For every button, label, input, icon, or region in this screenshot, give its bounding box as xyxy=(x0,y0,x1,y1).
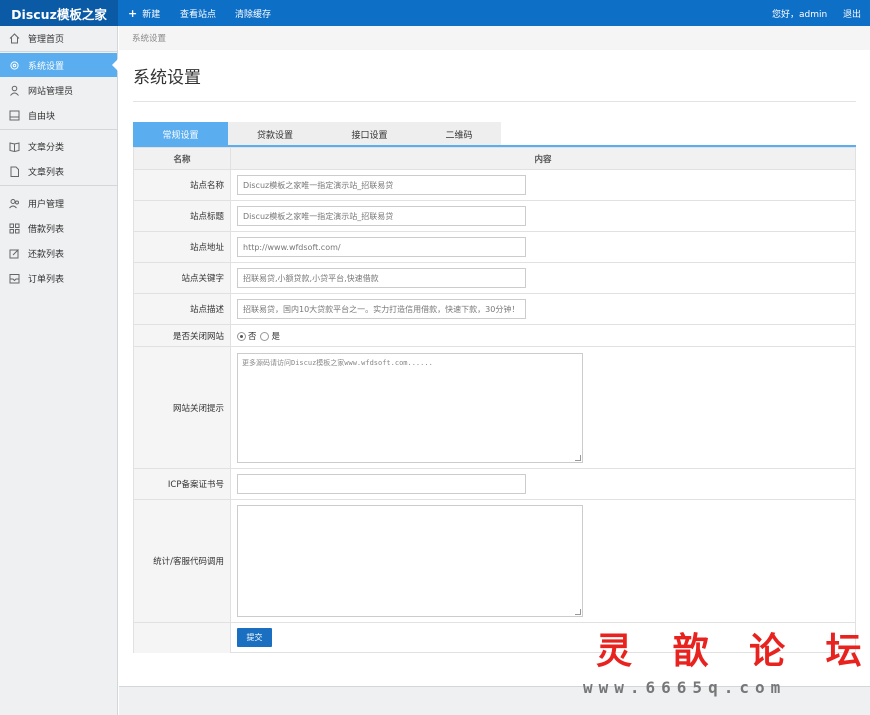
clear-cache-link[interactable]: 清除缓存 xyxy=(235,0,271,26)
sidebar-item-label: 还款列表 xyxy=(28,249,65,260)
sidebar-item-loan-list[interactable]: 借款列表 xyxy=(0,216,117,240)
top-navbar: Discuz模板之家 + 新建 查看站点 清除缓存 您好，admin 退出 xyxy=(0,0,870,26)
site-description-input[interactable]: 招联易贷，国内10大贷款平台之一。实力打造信用借款，快速下款，30分钟！ xyxy=(237,299,526,319)
logo[interactable]: Discuz模板之家 xyxy=(0,0,118,26)
close-site-no-label: 否 xyxy=(248,332,257,342)
table-row: 站点标题 Discuz模板之家唯一指定演示站_招联易贷 xyxy=(134,201,855,232)
icp-input[interactable] xyxy=(237,474,526,494)
resize-handle[interactable] xyxy=(575,609,581,615)
table-row: 网站关闭提示 更多源码请访问Discuz模板之家www.wfdsoft.com.… xyxy=(134,347,855,469)
block-icon xyxy=(8,109,20,121)
user-greeting[interactable]: 您好，admin xyxy=(772,0,827,26)
sidebar: 管理首页 系统设置 网站管理员 自由块 文章分类 文章列表 用户管理 借款列表 … xyxy=(0,26,118,715)
document-icon xyxy=(8,165,20,177)
sidebar-item-article-list[interactable]: 文章列表 xyxy=(0,159,117,183)
submit-button[interactable]: 提交 xyxy=(237,628,272,647)
watermark-url: www.6665q.com xyxy=(583,678,787,697)
sidebar-item-label: 管理首页 xyxy=(28,34,65,45)
table-row: ICP备案证书号 xyxy=(134,469,855,500)
tab-api-settings[interactable]: 接口设置 xyxy=(322,122,417,146)
stats-code-textarea[interactable] xyxy=(237,505,583,617)
table-row: 站点地址 http://www.wfdsoft.com/ xyxy=(134,232,855,263)
sidebar-item-label: 系统设置 xyxy=(28,61,65,72)
table-row: 站点描述 招联易贷，国内10大贷款平台之一。实力打造信用借款，快速下款，30分钟… xyxy=(134,294,855,325)
sidebar-item-article-categories[interactable]: 文章分类 xyxy=(0,134,117,158)
sidebar-item-user-management[interactable]: 用户管理 xyxy=(0,191,117,215)
close-site-no-radio[interactable] xyxy=(237,331,246,341)
watermark-title: 灵 歆 论 坛 xyxy=(596,630,870,672)
sidebar-item-label: 文章分类 xyxy=(28,142,65,153)
site-keywords-label: 站点关键字 xyxy=(134,263,231,293)
new-button-label: 新建 xyxy=(142,9,161,20)
table-header-name: 名称 xyxy=(134,148,231,169)
close-site-radio-group: 否 是 xyxy=(237,325,280,347)
plus-icon: + xyxy=(128,6,138,20)
sidebar-item-label: 借款列表 xyxy=(28,224,65,235)
sidebar-item-repayment-list[interactable]: 还款列表 xyxy=(0,241,117,265)
table-row: 站点名称 Discuz模板之家唯一指定演示站_招联易贷 xyxy=(134,170,855,201)
sidebar-item-label: 网站管理员 xyxy=(28,86,74,97)
close-notice-label: 网站关闭提示 xyxy=(134,347,231,468)
site-keywords-input[interactable]: 招联易贷,小额贷款,小贷平台,快速借款 xyxy=(237,268,526,288)
site-url-input[interactable]: http://www.wfdsoft.com/ xyxy=(237,237,526,257)
sidebar-item-system-settings[interactable]: 系统设置 xyxy=(0,53,118,77)
table-row: 站点关键字 招联易贷,小额贷款,小贷平台,快速借款 xyxy=(134,263,855,294)
user-icon xyxy=(8,84,20,96)
sidebar-item-label: 用户管理 xyxy=(28,199,65,210)
close-notice-text: 更多源码请访问Discuz模板之家www.wfdsoft.com...... xyxy=(242,359,433,367)
tab-general-settings[interactable]: 常规设置 xyxy=(133,122,228,146)
submit-row-label xyxy=(134,623,231,653)
page-title: 系统设置 xyxy=(133,68,201,88)
table-row: 统计/客服代码调用 xyxy=(134,500,855,623)
breadcrumb-item[interactable]: 系统设置 xyxy=(132,32,166,44)
close-site-label: 是否关闭网站 xyxy=(134,325,231,346)
sidebar-item-label: 文章列表 xyxy=(28,167,65,178)
close-notice-textarea[interactable]: 更多源码请访问Discuz模板之家www.wfdsoft.com...... xyxy=(237,353,583,463)
new-button[interactable]: + 新建 xyxy=(128,0,160,26)
edit-icon xyxy=(8,247,20,259)
site-description-label: 站点描述 xyxy=(134,294,231,324)
book-icon xyxy=(8,140,20,152)
site-name-label: 站点名称 xyxy=(134,170,231,200)
breadcrumb: 系统设置 xyxy=(119,26,870,50)
home-icon xyxy=(8,32,20,44)
tab-loan-settings[interactable]: 贷款设置 xyxy=(228,122,322,146)
tab-qr-code[interactable]: 二维码 xyxy=(417,122,501,146)
users-icon xyxy=(8,197,20,209)
sidebar-item-label: 订单列表 xyxy=(28,274,65,285)
close-site-yes-label: 是 xyxy=(271,332,281,342)
sidebar-item-order-list[interactable]: 订单列表 xyxy=(0,266,117,290)
stats-code-label: 统计/客服代码调用 xyxy=(134,500,231,622)
site-url-label: 站点地址 xyxy=(134,232,231,262)
logout-link[interactable]: 退出 xyxy=(843,0,861,26)
icp-label: ICP备案证书号 xyxy=(134,469,231,499)
sidebar-item-dashboard[interactable]: 管理首页 xyxy=(0,26,117,50)
table-header-row: 名称 内容 xyxy=(134,148,855,170)
site-name-input[interactable]: Discuz模板之家唯一指定演示站_招联易贷 xyxy=(237,175,526,195)
view-site-link[interactable]: 查看站点 xyxy=(180,0,216,26)
site-title-label: 站点标题 xyxy=(134,201,231,231)
sidebar-item-site-admins[interactable]: 网站管理员 xyxy=(0,78,117,102)
table-header-content: 内容 xyxy=(534,155,552,165)
close-site-yes-radio[interactable] xyxy=(259,331,269,341)
sidebar-item-label: 自由块 xyxy=(28,111,56,122)
grid-icon xyxy=(8,222,20,234)
resize-handle[interactable] xyxy=(575,455,581,461)
sidebar-item-free-block[interactable]: 自由块 xyxy=(0,103,117,127)
inbox-icon xyxy=(8,272,20,284)
divider xyxy=(133,101,856,102)
gear-icon xyxy=(8,59,20,71)
settings-form-table: 名称 内容 站点名称 Discuz模板之家唯一指定演示站_招联易贷 站点标题 D… xyxy=(133,147,856,653)
table-row: 是否关闭网站 否 是 xyxy=(134,325,855,347)
site-title-input[interactable]: Discuz模板之家唯一指定演示站_招联易贷 xyxy=(237,206,526,226)
